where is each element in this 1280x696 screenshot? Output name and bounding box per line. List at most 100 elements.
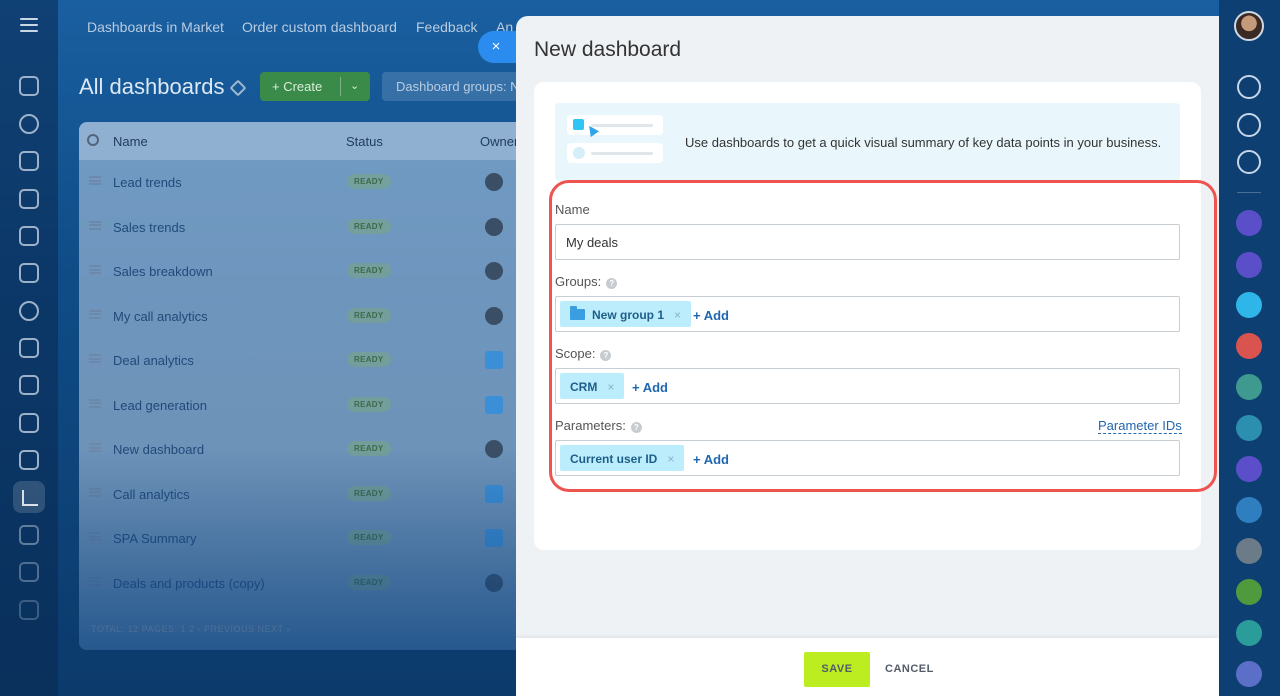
task-chat-icon[interactable] bbox=[1236, 579, 1262, 605]
parameter-chip: Current user ID × bbox=[560, 445, 685, 471]
apps-icon[interactable] bbox=[19, 600, 39, 620]
table-row[interactable]: Lead trends READY bbox=[79, 160, 518, 204]
table-footer: TOTAL: 12 PAGES: 1 2 ‹ PREVIOUS NEXT › bbox=[91, 624, 290, 634]
close-panel-button[interactable]: × bbox=[478, 31, 518, 63]
dashboard-name-link[interactable]: Lead trends bbox=[113, 175, 182, 190]
status-badge: READY bbox=[347, 352, 391, 367]
panel-title: New dashboard bbox=[534, 38, 682, 61]
copilot-chat-icon[interactable] bbox=[1236, 456, 1262, 482]
menu-icon[interactable] bbox=[20, 18, 38, 32]
copilot-chat-icon[interactable] bbox=[1236, 252, 1262, 278]
chevron-down-icon[interactable]: ⌄ bbox=[350, 79, 359, 92]
drag-handle-icon[interactable] bbox=[89, 176, 101, 185]
dashboard-name-link[interactable]: Sales trends bbox=[113, 220, 185, 235]
cart-icon[interactable] bbox=[19, 338, 39, 358]
owner-avatar[interactable] bbox=[485, 395, 503, 414]
crm-icon[interactable] bbox=[19, 114, 39, 134]
name-input[interactable]: My deals bbox=[555, 224, 1180, 260]
copilot-chat-icon[interactable] bbox=[1236, 210, 1262, 236]
chat-search-icon[interactable] bbox=[1237, 150, 1261, 174]
column-owner[interactable]: Owner bbox=[480, 134, 518, 149]
close-icon[interactable]: × bbox=[607, 380, 614, 394]
drag-handle-icon[interactable] bbox=[89, 220, 101, 230]
status-badge: READY bbox=[347, 263, 391, 278]
save-button[interactable]: SAVE bbox=[804, 652, 870, 687]
document-icon[interactable] bbox=[19, 413, 39, 433]
status-badge: READY bbox=[347, 218, 391, 234]
gear-icon[interactable] bbox=[87, 134, 99, 146]
drag-handle-icon[interactable] bbox=[89, 309, 101, 319]
help-icon[interactable]: ? bbox=[606, 278, 618, 289]
owner-avatar[interactable] bbox=[485, 351, 503, 369]
topnav-feedback[interactable]: Feedback bbox=[416, 19, 477, 35]
drag-handle-icon[interactable] bbox=[89, 398, 101, 408]
dashboard-name-link[interactable]: Sales breakdown bbox=[113, 264, 213, 279]
status-badge: READY bbox=[347, 396, 391, 412]
task-chat-icon[interactable] bbox=[1236, 620, 1262, 646]
table-row[interactable]: Sales trends READY bbox=[79, 205, 518, 249]
user-avatar[interactable] bbox=[1234, 11, 1264, 41]
owner-avatar[interactable] bbox=[485, 173, 503, 191]
column-name[interactable]: Name bbox=[113, 134, 148, 149]
target-icon[interactable] bbox=[19, 301, 39, 321]
funnel-icon[interactable] bbox=[19, 189, 39, 209]
status-badge: READY bbox=[347, 174, 391, 189]
status-badge: READY bbox=[347, 307, 391, 323]
home-icon[interactable] bbox=[19, 76, 39, 96]
dashboard-name-link[interactable]: My call analytics bbox=[113, 309, 208, 324]
inbox-icon[interactable] bbox=[19, 525, 39, 545]
task-chat-icon[interactable] bbox=[1236, 661, 1262, 687]
add-parameter-link[interactable]: + Add bbox=[693, 452, 729, 467]
sites-icon[interactable] bbox=[19, 562, 39, 582]
calendar-icon[interactable] bbox=[19, 226, 39, 246]
create-button[interactable]: + Create ⌄ bbox=[260, 72, 370, 101]
owner-avatar[interactable] bbox=[485, 217, 503, 236]
help-icon[interactable]: ? bbox=[600, 350, 612, 361]
page-title: All dashboards bbox=[79, 74, 225, 99]
folder-icon bbox=[570, 306, 585, 320]
group-chip: New group 1 × bbox=[560, 301, 692, 327]
dashboard-name-link[interactable]: Lead generation bbox=[113, 398, 207, 413]
group-chat-icon[interactable] bbox=[1236, 415, 1262, 441]
owner-avatar[interactable] bbox=[485, 262, 503, 280]
add-group-link[interactable]: + Add bbox=[693, 308, 729, 323]
topnav-market[interactable]: Dashboards in Market bbox=[87, 19, 224, 35]
dashboard-name-link[interactable]: Deal analytics bbox=[113, 353, 194, 368]
close-icon[interactable]: × bbox=[674, 308, 681, 322]
add-scope-link[interactable]: + Add bbox=[632, 380, 668, 395]
table-row[interactable]: Sales breakdown READY bbox=[79, 249, 518, 293]
chat-bubble-icon[interactable] bbox=[1236, 292, 1262, 318]
robot-icon[interactable] bbox=[19, 375, 39, 395]
copilot-icon[interactable] bbox=[1237, 113, 1261, 137]
create-button-label: + Create bbox=[272, 79, 323, 94]
help-icon[interactable]: ? bbox=[630, 422, 642, 433]
right-rail bbox=[1219, 0, 1280, 696]
sign-icon[interactable] bbox=[19, 450, 39, 470]
groups-label: Groups:? bbox=[555, 274, 618, 289]
scope-label: Scope:? bbox=[555, 346, 612, 361]
parameter-ids-link[interactable]: Parameter IDs bbox=[1098, 418, 1182, 434]
drag-handle-icon[interactable] bbox=[89, 265, 101, 274]
owner-avatar[interactable] bbox=[485, 306, 503, 325]
groups-field[interactable]: New group 1 × + Add bbox=[555, 296, 1180, 332]
table-row[interactable]: Deal analytics READY bbox=[79, 338, 518, 382]
tasks-icon[interactable] bbox=[19, 151, 39, 171]
scope-field[interactable]: CRM × + Add bbox=[555, 368, 1180, 404]
close-icon[interactable]: × bbox=[667, 452, 674, 466]
table-row[interactable]: My call analytics READY bbox=[79, 294, 518, 338]
drag-handle-icon[interactable] bbox=[89, 354, 101, 363]
analytics-icon[interactable] bbox=[13, 481, 45, 513]
group-chat-icon[interactable] bbox=[1236, 333, 1262, 359]
dashboard-groups-filter[interactable]: Dashboard groups: N bbox=[382, 72, 518, 101]
table-row[interactable]: Lead generation READY bbox=[79, 383, 518, 427]
contact-avatar[interactable] bbox=[1236, 538, 1262, 564]
bell-icon[interactable] bbox=[1237, 75, 1261, 99]
parameters-field[interactable]: Current user ID × + Add bbox=[555, 440, 1180, 476]
group-chat-icon[interactable] bbox=[1236, 374, 1262, 400]
task-chat-icon[interactable] bbox=[1236, 497, 1262, 523]
topnav-order[interactable]: Order custom dashboard bbox=[242, 19, 397, 35]
cancel-button[interactable]: CANCEL bbox=[885, 652, 935, 687]
store-icon[interactable] bbox=[19, 263, 39, 283]
column-status[interactable]: Status bbox=[346, 134, 383, 149]
name-label: Name bbox=[555, 202, 590, 217]
